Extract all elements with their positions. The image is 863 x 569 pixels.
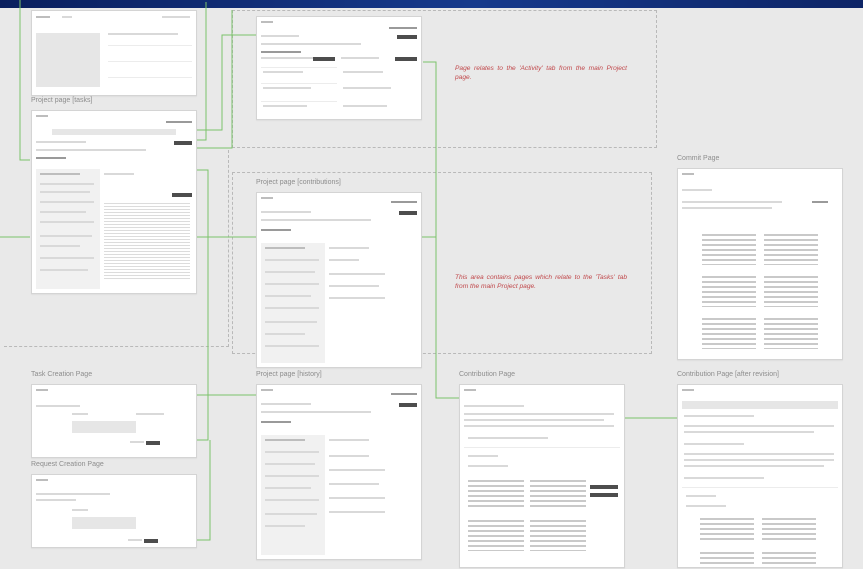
note-tasks: This area contains pages which relate to… [455, 274, 627, 290]
frame-project-page-tasks [31, 110, 197, 294]
frame-project-page-contributions [256, 192, 422, 368]
label-project-page-contributions: Project page [contributions] [256, 179, 341, 186]
frame-commit-page [677, 168, 843, 360]
label-project-page-history: Project page [history] [256, 371, 322, 378]
label-task-creation-page: Task Creation Page [31, 371, 93, 378]
frame-top-left [31, 10, 197, 96]
frame-activity [256, 16, 422, 120]
frame-contribution-page-after-revision [677, 384, 843, 568]
frame-project-page-history [256, 384, 422, 560]
label-contribution-page-after-revision: Contribution Page [after revision] [677, 371, 779, 378]
note-activity: Page relates to the 'Activity' tab from … [455, 65, 627, 81]
label-project-page-tasks: Project page [tasks] [31, 97, 93, 104]
label-commit-page: Commit Page [677, 155, 720, 162]
frame-request-creation-page [31, 474, 197, 548]
label-contribution-page: Contribution Page [459, 371, 516, 378]
label-request-creation-page: Request Creation Page [31, 461, 104, 468]
frame-contribution-page [459, 384, 625, 568]
frame-task-creation-page [31, 384, 197, 458]
